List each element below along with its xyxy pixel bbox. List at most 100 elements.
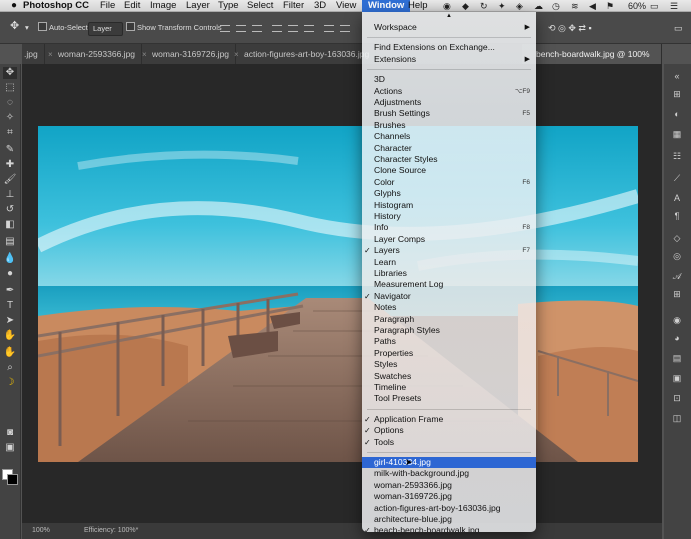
shape-tool-icon[interactable]: ✋	[3, 330, 17, 342]
menu-list-icon[interactable]: ☰	[670, 0, 678, 12]
menu-item-libraries[interactable]: Libraries	[362, 268, 536, 279]
color-icon[interactable]: ▦	[671, 128, 683, 140]
document-image[interactable]	[38, 126, 638, 462]
menu-item-milk-with-background-jpg[interactable]: milk-with-background.jpg	[362, 468, 536, 479]
menu-item-paragraph[interactable]: Paragraph	[362, 314, 536, 325]
menu-item-tool-presets[interactable]: Tool Presets	[362, 393, 536, 404]
menu-edit[interactable]: Edit	[121, 0, 143, 12]
menu-image[interactable]: Image	[147, 0, 179, 12]
adjustments-icon[interactable]: ◐	[671, 108, 683, 120]
cloud-icon[interactable]: ☁	[534, 0, 543, 12]
magic-wand-icon[interactable]: ✧	[3, 112, 17, 124]
menu-item-paths[interactable]: Paths	[362, 336, 536, 347]
stamp-tool-icon[interactable]: ⊥	[3, 189, 17, 201]
lasso-tool-icon[interactable]: ◌	[3, 97, 17, 109]
align-center-icon[interactable]	[288, 25, 298, 32]
menu-item-woman-2593366-jpg[interactable]: woman-2593366.jpg	[362, 480, 536, 491]
close-icon[interactable]: ×	[142, 44, 147, 65]
align-middle-icon[interactable]	[236, 25, 246, 32]
menu-item-properties[interactable]: Properties	[362, 348, 536, 359]
battery-icon[interactable]: ▭	[650, 0, 659, 12]
menu-item-styles[interactable]: Styles	[362, 359, 536, 370]
time-machine-icon[interactable]: ◷	[552, 0, 560, 12]
path-selection-icon[interactable]: ➤	[3, 315, 17, 327]
swatches-icon[interactable]: ◕	[671, 332, 683, 344]
menu-item-clone-source[interactable]: Clone Source	[362, 165, 536, 176]
menu-item-histogram[interactable]: Histogram	[362, 200, 536, 211]
distribute-2-icon[interactable]	[340, 25, 350, 32]
menu-item-paragraph-styles[interactable]: Paragraph Styles	[362, 325, 536, 336]
layers-icon[interactable]: ◇	[671, 232, 683, 244]
gradient-tool-icon[interactable]: ▤	[3, 236, 17, 248]
paragraph-icon[interactable]: ¶	[671, 210, 683, 222]
eyedropper-icon[interactable]: ✎	[3, 144, 17, 156]
menu-item-measurement-log[interactable]: Measurement Log	[362, 279, 536, 290]
info-icon[interactable]: ⊡	[671, 392, 683, 404]
app-menu[interactable]: Photoshop CC	[20, 0, 92, 12]
tab-doc-active[interactable]: bench-boardwalk.jpg @ 100% (RGB/8)	[522, 44, 662, 80]
move-tool-icon[interactable]: ✥	[3, 67, 17, 79]
menu-item-brushes[interactable]: Brushes	[362, 120, 536, 131]
type-tool-icon[interactable]: T	[3, 300, 17, 312]
menu-item-woman-3169726-jpg[interactable]: woman-3169726.jpg	[362, 491, 536, 502]
dodge-tool-icon[interactable]: ●	[3, 268, 17, 280]
menu-item-character-styles[interactable]: Character Styles	[362, 154, 536, 165]
menu-layer[interactable]: Layer	[183, 0, 213, 12]
marquee-tool-icon[interactable]: ⬚	[3, 82, 17, 94]
menu-item-architecture-blue-jpg[interactable]: architecture-blue.jpg	[362, 514, 536, 525]
menu-item-layer-comps[interactable]: Layer Comps	[362, 234, 536, 245]
align-left-icon[interactable]	[272, 25, 282, 32]
menu-item-options[interactable]: ✓ Options	[362, 425, 536, 436]
align-right-icon[interactable]	[304, 25, 314, 32]
menu-item-info[interactable]: Info F8	[362, 222, 536, 233]
navigator-icon[interactable]: ◉	[671, 314, 683, 326]
quick-mask-icon[interactable]: ◙	[3, 427, 17, 439]
distribute-icon[interactable]	[324, 25, 334, 32]
menu-item-extensions[interactable]: Extensions ▶	[362, 54, 536, 65]
menu-item-color[interactable]: Color F6	[362, 177, 536, 188]
menu-item-workspace[interactable]: Workspace ▶	[362, 22, 536, 33]
menu-item-layers[interactable]: ✓ Layers F7	[362, 245, 536, 256]
menu-item-find-extensions-on-exchange[interactable]: Find Extensions on Exchange...	[362, 42, 536, 53]
healing-brush-icon[interactable]: ✚	[3, 159, 17, 171]
menu-help[interactable]: Help	[405, 0, 431, 12]
volume-icon[interactable]: ◀	[589, 0, 596, 12]
menu-filter[interactable]: Filter	[280, 0, 307, 12]
menu-item-3d[interactable]: 3D	[362, 74, 536, 85]
menu-item-learn[interactable]: Learn	[362, 257, 536, 268]
menu-item-beach-bench-boardwalk-jpg[interactable]: ✓ beach-bench-boardwalk.jpg	[362, 525, 536, 532]
apple-icon[interactable]: ●	[8, 0, 20, 12]
zoom-level[interactable]: 100%	[32, 523, 50, 539]
menu-item-history[interactable]: History	[362, 211, 536, 222]
menu-file[interactable]: File	[97, 0, 118, 12]
brush-tool-icon[interactable]: 🖌	[3, 174, 17, 186]
transform-controls-checkbox[interactable]: Show Transform Controls	[126, 22, 222, 34]
menu-item-navigator[interactable]: ✓ Navigator	[362, 291, 536, 302]
menu-3d[interactable]: 3D	[311, 0, 329, 12]
menu-item-brush-settings[interactable]: Brush Settings F5	[362, 108, 536, 119]
menu-item-tools[interactable]: ✓ Tools	[362, 437, 536, 448]
menu-item-timeline[interactable]: Timeline	[362, 382, 536, 393]
timeline-icon[interactable]: ▣	[671, 372, 683, 384]
character-icon[interactable]: A	[671, 192, 683, 204]
menu-select[interactable]: Select	[244, 0, 276, 12]
tool-icon[interactable]: ✦	[498, 0, 506, 12]
crop-tool-icon[interactable]: ⌗	[3, 127, 17, 139]
menu-item-actions[interactable]: Actions ⌥F9	[362, 86, 536, 97]
tool-preset-arrow-icon[interactable]: ▾	[25, 22, 29, 34]
menu-item-character[interactable]: Character	[362, 143, 536, 154]
tab-doc-2[interactable]: × woman-2593366.jpg	[44, 44, 143, 64]
menu-item-glyphs[interactable]: Glyphs	[362, 188, 536, 199]
libraries-icon[interactable]: ⊞	[671, 88, 683, 100]
menu-view[interactable]: View	[333, 0, 359, 12]
tab-doc-1[interactable]: .jpg	[22, 44, 45, 64]
tab-doc-3[interactable]: × woman-3169726.jpg	[138, 44, 237, 65]
flag-icon[interactable]: ⚑	[606, 0, 614, 12]
background-color-swatch[interactable]	[7, 474, 18, 485]
menu-item-application-frame[interactable]: ✓ Application Frame	[362, 414, 536, 425]
properties-icon[interactable]: ▤	[671, 352, 683, 364]
menu-item-adjustments[interactable]: Adjustments	[362, 97, 536, 108]
tab-doc-4[interactable]: × action-figures-art-boy-163036.jpg	[230, 44, 377, 64]
screen-mode-icon[interactable]: ▣	[3, 442, 17, 454]
glyphs-icon[interactable]: 𝒜	[671, 270, 683, 282]
